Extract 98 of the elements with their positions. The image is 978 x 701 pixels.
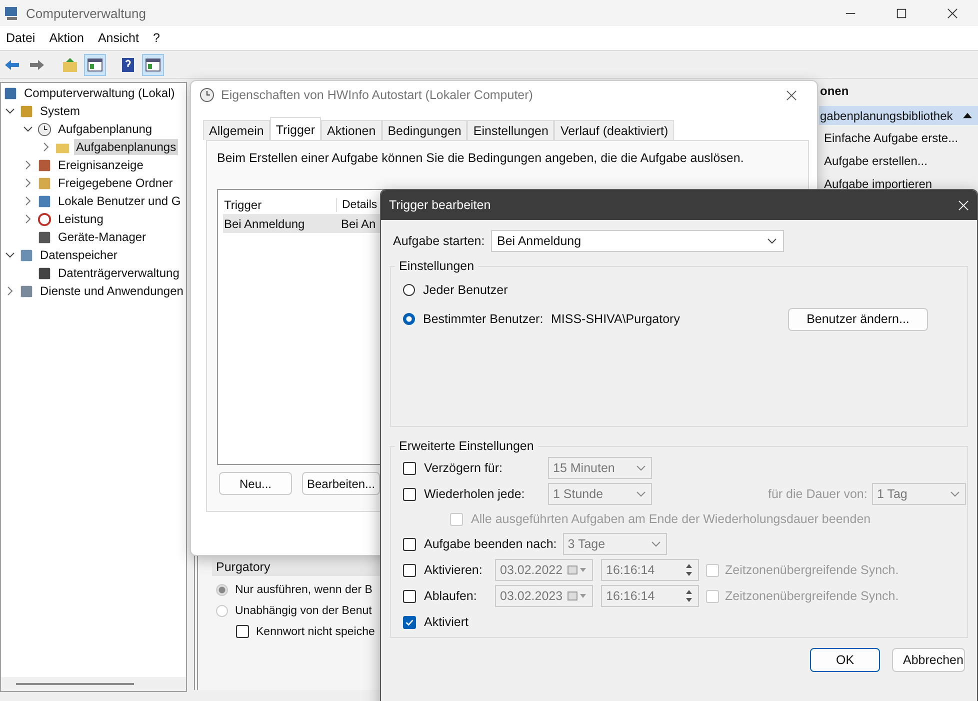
dialog-button[interactable]: Bearbeiten... — [302, 472, 380, 495]
tab[interactable]: Trigger — [270, 117, 322, 140]
tree-item-icon — [19, 248, 34, 262]
calendar-icon — [567, 565, 587, 575]
option-label: Aktiviert — [424, 615, 470, 629]
tree-item[interactable]: System — [38, 103, 82, 119]
chevron-down-icon — [636, 463, 646, 473]
chevron-right-icon[interactable] — [23, 196, 33, 206]
tree-item[interactable]: Leistung — [56, 211, 106, 227]
option-label: Wiederholen jede: — [424, 487, 526, 501]
change-user-button[interactable]: Benutzer ändern... — [788, 308, 928, 330]
calendar-icon — [567, 591, 587, 601]
panel-icon[interactable] — [142, 54, 164, 76]
chevron-right-icon[interactable] — [23, 214, 33, 224]
tab[interactable]: Einstellungen — [467, 120, 554, 140]
option-label: Kennwort nicht speiche — [256, 626, 375, 638]
action-link[interactable]: Aufgabe erstellen... — [819, 148, 978, 171]
section-header[interactable]: gabenplanungsbibliothek — [819, 106, 978, 125]
panel-icon[interactable] — [84, 54, 106, 76]
window-title: Computerverwaltung — [26, 6, 146, 20]
tree-item-icon — [37, 266, 52, 280]
tree-item[interactable]: Datenspeicher — [38, 247, 120, 263]
clock-icon — [37, 122, 52, 136]
user-name: MISS-SHIVA\Purgatory — [551, 312, 681, 326]
tree-item[interactable]: Ereignisanzeige — [56, 157, 146, 173]
chevron-down-icon[interactable] — [5, 250, 15, 260]
radio-button[interactable] — [403, 313, 415, 325]
tree-item-icon — [3, 86, 18, 100]
column-header[interactable]: Details — [337, 198, 378, 210]
radio-button[interactable] — [403, 284, 415, 296]
tree-item-icon — [19, 284, 34, 298]
close-icon[interactable] — [786, 90, 797, 100]
chevron-down-icon — [650, 539, 661, 549]
option-label: Aufgabe beenden nach: — [424, 537, 557, 551]
option-label: Nur ausführen, wenn der B — [235, 584, 372, 596]
collapse-arrow-icon[interactable] — [963, 112, 972, 119]
tree-item[interactable]: Aufgabenplanungs — [74, 139, 178, 155]
group-title: Einstellungen — [398, 259, 476, 273]
option-label: Ablaufen: — [424, 589, 478, 603]
tree-item[interactable]: Dienste und Anwendungen — [38, 283, 186, 299]
action-link[interactable]: Einfache Aufgabe erste... — [819, 125, 978, 148]
tree-item[interactable]: Aufgabenplanung — [56, 121, 154, 137]
tree-item-icon — [37, 194, 52, 208]
tree-item[interactable]: Freigegebene Ordner — [56, 175, 175, 191]
field-label: für die Dauer von: — [768, 487, 868, 501]
dialog-button[interactable]: Neu... — [219, 472, 292, 495]
dialog-title: Trigger bearbeiten — [389, 198, 491, 212]
option-label: Alle ausgeführten Aufgaben am Ende der Wiederholungsdauer beenden — [471, 512, 871, 526]
group-title: Erweiterte Einstellungen — [398, 439, 535, 453]
option-label: Verzögern für: — [424, 461, 504, 475]
tree-item-icon — [19, 104, 34, 118]
option-label: Unabhängig von der Benut — [235, 604, 372, 616]
computer-icon — [4, 5, 20, 21]
chevron-right-icon[interactable] — [23, 178, 33, 188]
ok-button[interactable]: OK — [810, 648, 880, 672]
option-label: Jeder Benutzer — [423, 283, 509, 297]
chevron-down-icon[interactable] — [5, 106, 15, 116]
tree-item[interactable]: Computerverwaltung (Lokal) — [22, 85, 177, 101]
checkbox[interactable] — [236, 625, 249, 638]
chevron-down-icon — [950, 489, 960, 499]
dialog-title: Eigenschaften von HWInfo Autostart (Lokaler Computer) — [221, 88, 533, 102]
scrollbar-thumb[interactable] — [16, 683, 134, 685]
dropdown[interactable]: Bei Anmeldung — [491, 230, 784, 252]
clock-icon — [199, 87, 215, 103]
tab[interactable]: Verlauf (deaktiviert) — [554, 120, 674, 140]
column-header[interactable]: Trigger — [223, 198, 337, 212]
option-label: Bestimmter Benutzer: — [423, 312, 544, 326]
tree-item[interactable]: Datenträgerverwaltung — [56, 265, 182, 281]
chevron-right-icon[interactable] — [5, 286, 15, 296]
menu-item[interactable]: Aktion — [49, 31, 84, 45]
tree-item-icon — [37, 158, 52, 172]
checkbox[interactable] — [403, 616, 416, 628]
pane-header: onen — [819, 83, 850, 100]
description-text: Beim Erstellen einer Aufgabe können Sie die Bedingungen angeben, die die Aufgabe auslösen. — [217, 151, 745, 165]
tree-item-icon — [37, 176, 52, 190]
chevron-down-icon — [767, 236, 777, 246]
tab[interactable]: Aktionen — [321, 120, 382, 140]
menu-item[interactable]: Ansicht — [98, 31, 139, 45]
chevron-down-icon[interactable] — [23, 124, 33, 134]
prohibited-icon — [37, 212, 52, 226]
chevron-down-icon — [636, 489, 646, 499]
tree-item[interactable]: Lokale Benutzer und G — [56, 193, 183, 209]
chevron-right-icon[interactable] — [23, 160, 33, 170]
option-label: Zeitzonenübergreifende Synch. — [725, 589, 899, 603]
field-label: Aufgabe starten: — [392, 234, 486, 248]
menu-item[interactable]: Datei — [6, 31, 36, 45]
tab[interactable]: Allgemein — [203, 120, 270, 140]
chevron-right-icon[interactable] — [41, 142, 51, 152]
option-label: Aktivieren: — [424, 563, 484, 577]
close-icon[interactable] — [947, 8, 958, 18]
menu-item[interactable]: ? — [152, 31, 160, 45]
tab[interactable]: Bedingungen — [382, 120, 468, 140]
spinner-icon — [685, 562, 693, 578]
cancel-button[interactable]: Abbrechen — [892, 648, 965, 672]
maximize-icon[interactable] — [896, 8, 907, 18]
tree-item-icon — [37, 230, 52, 244]
tree-item[interactable]: Geräte-Manager — [56, 229, 148, 245]
spinner-icon — [685, 588, 693, 604]
